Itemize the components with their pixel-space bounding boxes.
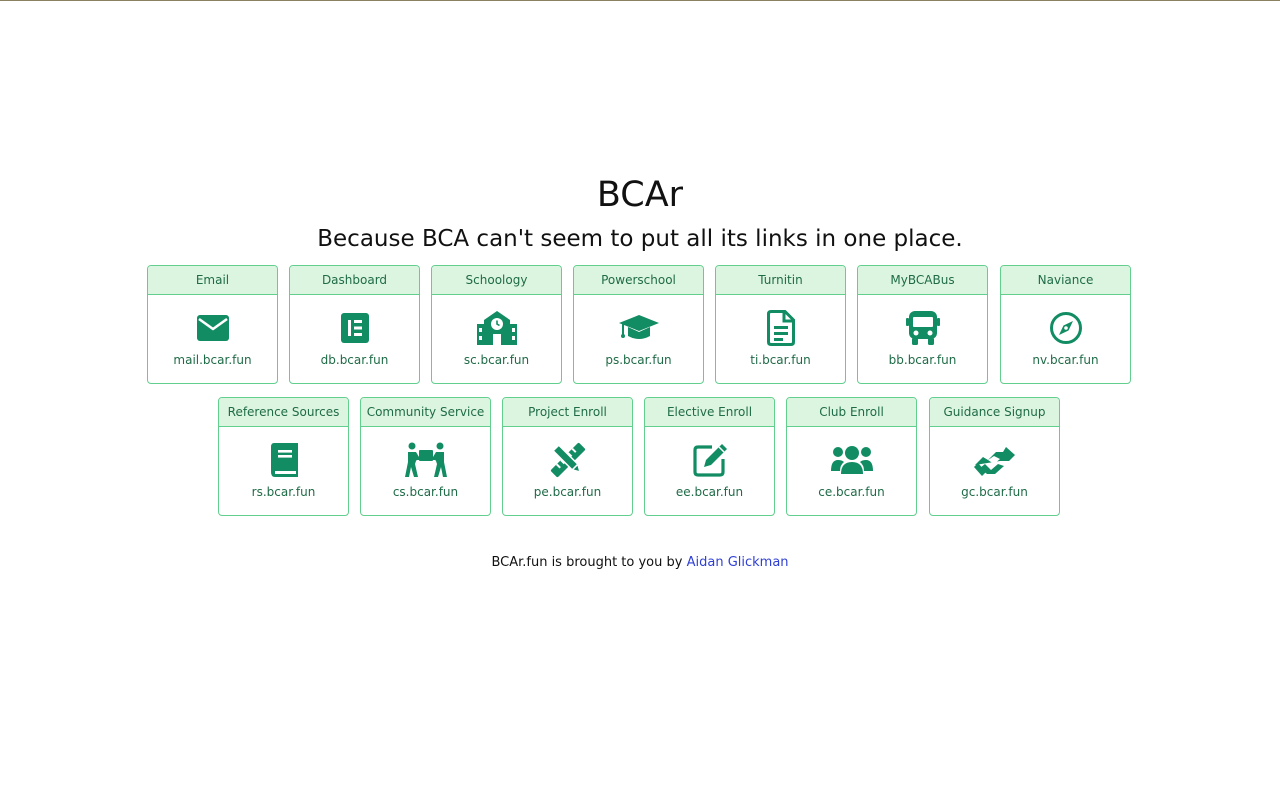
- author-link[interactable]: Aidan Glickman: [687, 555, 789, 570]
- link-card-mybcabus[interactable]: MyBCABus bb.bcar.fun: [857, 265, 988, 384]
- link-card-naviance[interactable]: Naviance nv.bcar.fun: [1000, 265, 1131, 384]
- pencil-ruler-icon: [503, 442, 632, 478]
- page-title: BCAr: [596, 175, 684, 215]
- footer-text: BCAr.fun is brought to you by: [491, 555, 683, 570]
- card-title: Schoology: [432, 266, 561, 295]
- card-url: ce.bcar.fun: [818, 485, 885, 499]
- card-url: cs.bcar.fun: [392, 485, 459, 499]
- card-title: Club Enroll: [787, 398, 916, 427]
- card-url: mail.bcar.fun: [173, 353, 252, 367]
- card-title: Elective Enroll: [645, 398, 774, 427]
- top-border: [0, 0, 1280, 1]
- card-url: sc.bcar.fun: [463, 353, 530, 367]
- card-url: gc.bcar.fun: [961, 485, 1028, 499]
- link-card-reference-sources[interactable]: Reference Sources rs.bcar.fun: [218, 397, 349, 516]
- link-card-project-enroll[interactable]: Project Enroll pe.bcar.fun: [502, 397, 633, 516]
- card-url: ee.bcar.fun: [675, 485, 744, 499]
- link-card-club-enroll[interactable]: Club Enroll ce.bcar.fun: [786, 397, 917, 516]
- bus-icon: [858, 310, 987, 346]
- users-icon: [787, 442, 916, 478]
- link-card-elective-enroll[interactable]: Elective Enroll ee.bcar.fun: [644, 397, 775, 516]
- compass-icon: [1001, 310, 1130, 346]
- card-title: Turnitin: [716, 266, 845, 295]
- card-title: Project Enroll: [503, 398, 632, 427]
- card-url: bb.bcar.fun: [888, 353, 957, 367]
- card-title: Guidance Signup: [930, 398, 1059, 427]
- link-card-dashboard[interactable]: Dashboard db.bcar.fun: [289, 265, 420, 384]
- edit-icon: [645, 442, 774, 478]
- graduation-cap-icon: [574, 310, 703, 346]
- handshake-icon: [930, 442, 1059, 478]
- card-title: Naviance: [1001, 266, 1130, 295]
- footer: BCAr.fun is brought to you by Aidan Glic…: [0, 554, 1280, 572]
- card-url: rs.bcar.fun: [251, 485, 316, 499]
- card-url: ti.bcar.fun: [750, 353, 811, 367]
- link-card-schoology[interactable]: Schoology sc.bcar.fun: [431, 265, 562, 384]
- link-card-guidance-signup[interactable]: Guidance Signup gc.bcar.fun: [929, 397, 1060, 516]
- document-icon: [716, 310, 845, 346]
- card-url: pe.bcar.fun: [533, 485, 602, 499]
- card-url: ps.bcar.fun: [605, 353, 672, 367]
- link-card-community-service[interactable]: Community Service cs.bcar.fun: [360, 397, 491, 516]
- card-url: nv.bcar.fun: [1032, 353, 1099, 367]
- card-title: Reference Sources: [219, 398, 348, 427]
- card-title: Email: [148, 266, 277, 295]
- people-carry-icon: [361, 442, 490, 478]
- dashboard-icon: [290, 310, 419, 346]
- book-icon: [219, 442, 348, 478]
- link-card-turnitin[interactable]: Turnitin ti.bcar.fun: [715, 265, 846, 384]
- page-subtitle: Because BCA can't seem to put all its li…: [317, 226, 963, 252]
- envelope-icon: [148, 310, 277, 346]
- card-title: MyBCABus: [858, 266, 987, 295]
- link-card-powerschool[interactable]: Powerschool ps.bcar.fun: [573, 265, 704, 384]
- card-title: Dashboard: [290, 266, 419, 295]
- school-icon: [432, 310, 561, 346]
- card-title: Community Service: [361, 398, 490, 427]
- card-url: db.bcar.fun: [320, 353, 389, 367]
- link-card-email[interactable]: Email mail.bcar.fun: [147, 265, 278, 384]
- card-title: Powerschool: [574, 266, 703, 295]
